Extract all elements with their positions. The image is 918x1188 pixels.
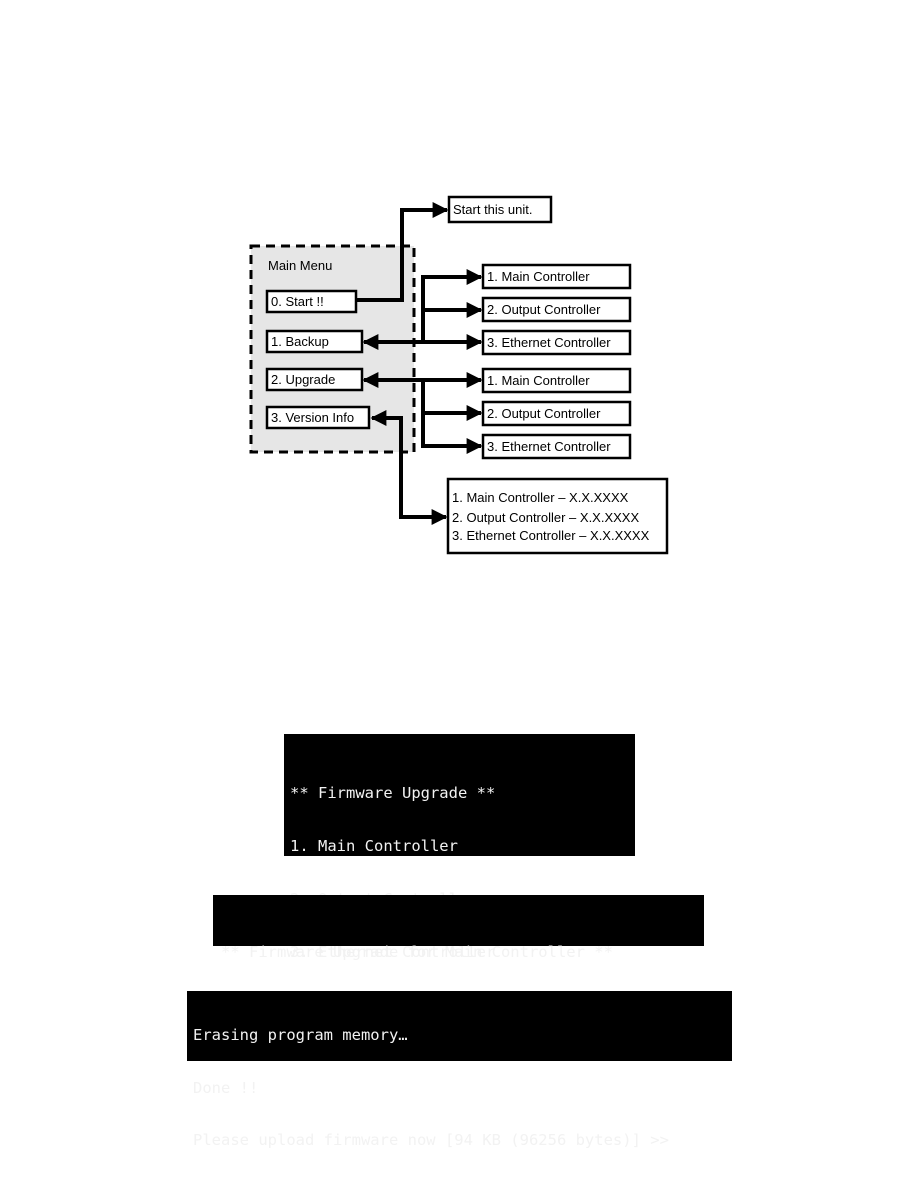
upgrade-target-output: 2. Output Controller [481,400,632,427]
svg-text:1. Main Controller: 1. Main Controller [487,269,590,284]
start-target-box: Start this unit. [447,195,553,224]
svg-text:2. Output Controller – X.X.XXX: 2. Output Controller – X.X.XXXX [452,510,639,525]
svg-text:3. Ethernet Controller – X.X.X: 3. Ethernet Controller – X.X.XXXX [452,528,650,543]
svg-text:Start this unit.: Start this unit. [453,202,532,217]
svg-text:1. Main Controller: 1. Main Controller [487,373,590,388]
svg-text:2. Output Controller: 2. Output Controller [487,406,601,421]
firmware-upload-terminal: Erasing program memory… Done !! Please u… [187,991,732,1149]
terminal-line: Please upload firmware now [94 KB (96256… [193,1131,669,1149]
svg-text:2. Upgrade: 2. Upgrade [271,372,335,387]
svg-text:3. Ethernet Controller: 3. Ethernet Controller [487,439,611,454]
backup-target-ethernet: 3. Ethernet Controller [481,329,632,356]
firmware-upgrade-confirm-terminal: ** Firmware Upgrade for Main Controller … [213,895,704,1013]
svg-text:3. Ethernet Controller: 3. Ethernet Controller [487,335,611,350]
svg-text:2. Output Controller: 2. Output Controller [487,302,601,317]
backup-target-main: 1. Main Controller [481,263,632,290]
backup-target-output: 2. Output Controller [481,296,632,323]
terminal-line: ** Firmware Upgrade for Main Controller … [221,943,613,961]
firmware-upgrade-target-terminal: ** Firmware Upgrade ** 1. Main Controlle… [284,734,635,1013]
terminal-line: Done !! [193,1078,259,1097]
version-info-box: 1. Main Controller – X.X.XXXX 2. Output … [446,477,669,555]
menu-item-backup: 1. Backup [265,329,364,354]
upgrade-target-main: 1. Main Controller [481,367,632,394]
svg-text:1. Main Controller – X.X.XXXX: 1. Main Controller – X.X.XXXX [452,490,629,505]
svg-text:3. Version Info: 3. Version Info [271,410,354,425]
menu-flow-diagram: Main Menu 0. Start !! 1. Backup 2. Upgra… [249,195,669,555]
main-menu-title: Main Menu [268,258,332,273]
menu-item-start: 0. Start !! [265,289,358,314]
menu-item-version-info: 3. Version Info [265,405,371,430]
upgrade-target-ethernet: 3. Ethernet Controller [481,433,632,460]
svg-text:1. Backup: 1. Backup [271,334,329,349]
menu-item-upgrade: 2. Upgrade [265,367,364,392]
terminal-line: Erasing program memory… [193,1026,408,1044]
terminal-line: 1. Main Controller [290,836,458,855]
svg-text:0. Start !!: 0. Start !! [271,294,324,309]
terminal-line: ** Firmware Upgrade ** [290,784,496,803]
